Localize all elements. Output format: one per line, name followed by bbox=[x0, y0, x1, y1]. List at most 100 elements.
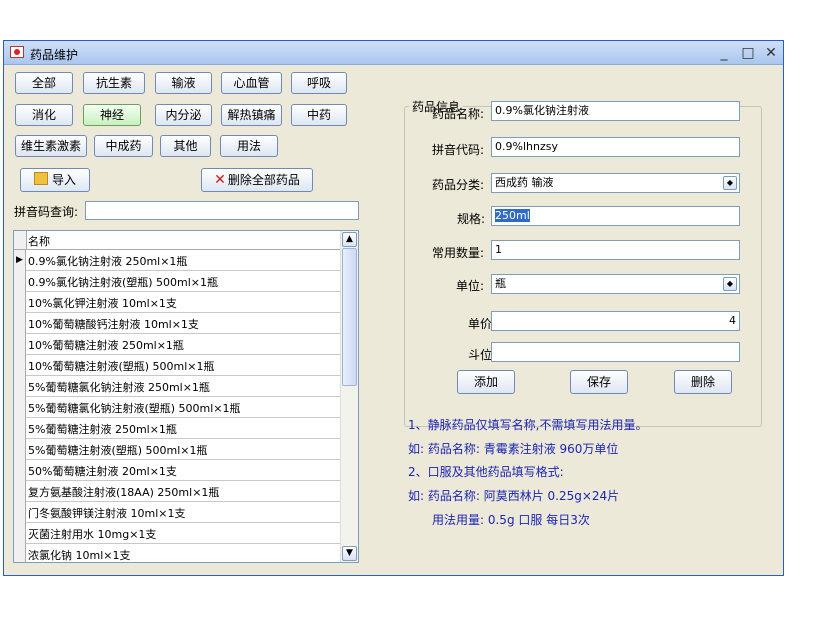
table-row[interactable]: 5%葡萄糖氯化钠注射液(塑瓶) 500ml×1瓶 bbox=[14, 397, 340, 418]
drug-name-cell: 5%葡萄糖氯化钠注射液(塑瓶) 500ml×1瓶 bbox=[28, 402, 241, 415]
row-selector[interactable] bbox=[14, 376, 26, 397]
spec-value: 250ml bbox=[495, 209, 530, 222]
pinyin-search-input[interactable] bbox=[85, 201, 359, 220]
drug-name-cell: 复方氨基酸注射液(18AA) 250ml×1瓶 bbox=[28, 486, 220, 499]
category-button-vitamin[interactable]: 维生素激素 bbox=[15, 135, 87, 157]
table-row[interactable]: 门冬氨酸钾镁注射液 10ml×1支 bbox=[14, 502, 340, 523]
category-button-respiratory[interactable]: 呼吸 bbox=[291, 72, 347, 94]
drug-category-label: 药品分类: bbox=[432, 178, 485, 192]
unit-select[interactable]: 瓶 ◆ bbox=[491, 274, 740, 294]
category-button-tcm[interactable]: 中药 bbox=[291, 104, 347, 126]
table-row[interactable]: 5%葡萄糖注射液(塑瓶) 500ml×1瓶 bbox=[14, 439, 340, 460]
table-row[interactable]: 0.9%氯化钠注射液(塑瓶) 500ml×1瓶 bbox=[14, 271, 340, 292]
drug-list-grid[interactable]: 名称 ▶ 0.9%氯化钠注射液 250ml×1瓶 0.9%氯化钠注射液(塑瓶) 50… bbox=[13, 230, 359, 563]
scroll-thumb[interactable] bbox=[342, 248, 357, 386]
app-icon bbox=[10, 46, 24, 58]
category-button-cardio[interactable]: 心血管 bbox=[221, 72, 282, 94]
row-selector[interactable] bbox=[14, 271, 26, 292]
note-line-2: 如: 药品名称: 青霉素注射液 960万单位 bbox=[408, 442, 619, 456]
note-line-5: 用法用量: 0.5g 口服 每日3次 bbox=[432, 513, 590, 527]
note-line-3: 2、口服及其他药品填写格式: bbox=[408, 465, 564, 479]
column-header-name[interactable]: 名称 bbox=[28, 233, 50, 249]
main-window: 药品维护 _ □ ✕ 全部 抗生素 输液 心血管 呼吸 消化 神经 内分泌 解热… bbox=[3, 40, 784, 576]
category-button-digestive[interactable]: 消化 bbox=[15, 104, 73, 126]
table-row[interactable]: 5%葡萄糖注射液 250ml×1瓶 bbox=[14, 418, 340, 439]
row-selector[interactable] bbox=[14, 313, 26, 334]
row-selector[interactable] bbox=[14, 481, 26, 502]
unit-dropdown-arrow-icon[interactable]: ◆ bbox=[723, 277, 737, 291]
table-row[interactable]: 50%葡萄糖注射液 20ml×1支 bbox=[14, 460, 340, 481]
price-input[interactable]: 4 bbox=[491, 311, 740, 331]
drug-name-cell: 0.9%氯化钠注射液 250ml×1瓶 bbox=[28, 255, 188, 268]
grid-header: 名称 bbox=[14, 231, 340, 250]
row-selector[interactable] bbox=[14, 397, 26, 418]
row-selector[interactable] bbox=[14, 439, 26, 460]
category-button-neuro[interactable]: 神经 bbox=[83, 104, 141, 126]
scroll-up-icon[interactable]: ▲ bbox=[342, 232, 357, 247]
drug-name-cell: 灭菌注射用水 10mg×1支 bbox=[28, 528, 157, 541]
drug-name-label: 药品名称: bbox=[432, 107, 485, 121]
table-row[interactable]: ▶ 0.9%氯化钠注射液 250ml×1瓶 bbox=[14, 250, 340, 271]
pinyin-search-label: 拼音码查询: bbox=[14, 205, 79, 219]
minimize-icon[interactable]: _ bbox=[714, 45, 734, 61]
table-row[interactable]: 10%氯化钾注射液 10ml×1支 bbox=[14, 292, 340, 313]
category-button-other[interactable]: 其他 bbox=[160, 135, 211, 157]
spec-label: 规格: bbox=[457, 212, 486, 226]
category-button-infusion[interactable]: 输液 bbox=[155, 72, 212, 94]
row-selector[interactable] bbox=[14, 460, 26, 481]
pinyin-code-label: 拼音代码: bbox=[432, 143, 485, 157]
spec-input[interactable]: 250ml bbox=[491, 206, 740, 226]
row-selector[interactable] bbox=[14, 355, 26, 376]
drug-name-cell: 10%葡萄糖注射液(塑瓶) 500ml×1瓶 bbox=[28, 360, 215, 373]
drug-category-select[interactable]: 西成药 输液 ◆ bbox=[491, 173, 740, 193]
pinyin-code-input[interactable]: 0.9%lhnzsy bbox=[491, 137, 740, 157]
vertical-scrollbar[interactable]: ▲ ▼ bbox=[340, 231, 358, 562]
delete-button[interactable]: 删除 bbox=[674, 370, 732, 394]
row-selector[interactable] bbox=[14, 544, 26, 562]
category-button-antibiotic[interactable]: 抗生素 bbox=[83, 72, 145, 94]
drug-name-cell: 5%葡萄糖氯化钠注射液 250ml×1瓶 bbox=[28, 381, 210, 394]
note-line-1: 1、静脉药品仅填写名称,不需填写用法用量。 bbox=[408, 418, 648, 432]
close-icon[interactable]: ✕ bbox=[761, 45, 781, 61]
unit-label: 单位: bbox=[456, 279, 485, 293]
category-dropdown-arrow-icon[interactable]: ◆ bbox=[723, 176, 737, 190]
row-selector[interactable] bbox=[14, 502, 26, 523]
category-button-patent[interactable]: 中成药 bbox=[94, 135, 153, 157]
table-row[interactable]: 5%葡萄糖氯化钠注射液 250ml×1瓶 bbox=[14, 376, 340, 397]
drug-name-cell: 50%葡萄糖注射液 20ml×1支 bbox=[28, 465, 177, 478]
table-row[interactable]: 复方氨基酸注射液(18AA) 250ml×1瓶 bbox=[14, 481, 340, 502]
row-selector[interactable] bbox=[14, 292, 26, 313]
delete-all-button[interactable]: ✕ 删除全部药品 bbox=[201, 168, 313, 192]
client-area: 全部 抗生素 输液 心血管 呼吸 消化 神经 内分泌 解热镇痛 中药 维生素激素… bbox=[4, 65, 783, 575]
common-qty-input[interactable]: 1 bbox=[491, 240, 740, 260]
grid-corner bbox=[14, 231, 27, 249]
category-button-usage[interactable]: 用法 bbox=[220, 135, 278, 157]
table-row[interactable]: 10%葡萄糖注射液(塑瓶) 500ml×1瓶 bbox=[14, 355, 340, 376]
row-selector[interactable] bbox=[14, 334, 26, 355]
row-selector[interactable]: ▶ bbox=[14, 250, 26, 271]
delete-x-icon: ✕ bbox=[214, 172, 226, 188]
drawer-input[interactable] bbox=[491, 342, 740, 362]
save-button[interactable]: 保存 bbox=[570, 370, 628, 394]
category-button-analgesic[interactable]: 解热镇痛 bbox=[221, 104, 282, 126]
maximize-icon[interactable]: □ bbox=[738, 45, 758, 61]
row-selector[interactable] bbox=[14, 418, 26, 439]
title-bar[interactable]: 药品维护 _ □ ✕ bbox=[4, 41, 783, 65]
row-selector[interactable] bbox=[14, 523, 26, 544]
import-label: 导入 bbox=[51, 173, 76, 187]
scroll-down-icon[interactable]: ▼ bbox=[342, 546, 357, 561]
import-button[interactable]: 导入 bbox=[20, 168, 90, 192]
table-row[interactable]: 灭菌注射用水 10mg×1支 bbox=[14, 523, 340, 544]
table-row[interactable]: 浓氯化钠 10ml×1支 bbox=[14, 544, 340, 562]
drug-name-cell: 10%葡萄糖酸钙注射液 10ml×1支 bbox=[28, 318, 199, 331]
drug-name-cell: 10%氯化钾注射液 10ml×1支 bbox=[28, 297, 177, 310]
drug-name-cell: 5%葡萄糖注射液 250ml×1瓶 bbox=[28, 423, 177, 436]
table-row[interactable]: 10%葡萄糖酸钙注射液 10ml×1支 bbox=[14, 313, 340, 334]
table-row[interactable]: 10%葡萄糖注射液 250ml×1瓶 bbox=[14, 334, 340, 355]
note-line-4: 如: 药品名称: 阿莫西林片 0.25g×24片 bbox=[408, 489, 620, 503]
add-button[interactable]: 添加 bbox=[457, 370, 515, 394]
drug-name-input[interactable]: 0.9%氯化钠注射液 bbox=[491, 101, 740, 121]
drug-name-cell: 门冬氨酸钾镁注射液 10ml×1支 bbox=[28, 507, 186, 520]
category-button-endocrine[interactable]: 内分泌 bbox=[155, 104, 212, 126]
category-button-all[interactable]: 全部 bbox=[15, 72, 73, 94]
